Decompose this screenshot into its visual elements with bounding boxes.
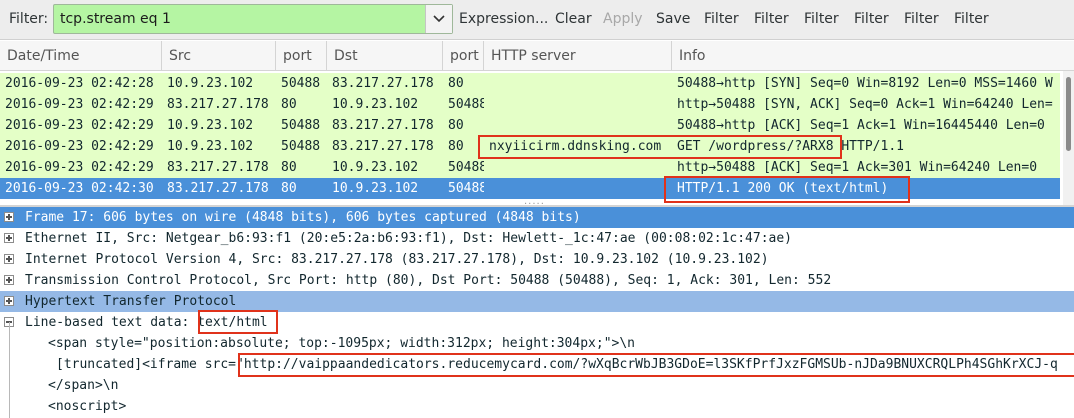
- packet-details-tree: Frame 17: 606 bytes on wire (4848 bits),…: [0, 207, 1074, 418]
- cell-src: 10.9.23.102: [167, 76, 254, 91]
- cell-dst: 10.9.23.102: [332, 181, 419, 196]
- tree-item-label: Ethernet II, Src: Netgear_b6:93:f1 (20:e…: [25, 231, 793, 246]
- filter-value[interactable]: tcp.stream eq 1: [60, 11, 171, 27]
- cell-src: 10.9.23.102: [167, 118, 254, 133]
- cell-info: 50488→http [ACK] Seq=1 Ack=1 Win=1644544…: [677, 118, 1045, 133]
- tree-item-tcp[interactable]: Transmission Control Protocol, Src Port:…: [0, 270, 1074, 291]
- packet-row[interactable]: 2016-09-23 02:42:29 83.217.27.178 80 10.…: [0, 94, 1060, 115]
- column-header-dst[interactable]: Dst: [327, 41, 443, 71]
- column-header-src-port[interactable]: port: [276, 41, 327, 71]
- tree-item-http[interactable]: Hypertext Transfer Protocol: [0, 291, 1074, 312]
- cell-src-port: 80: [281, 160, 297, 175]
- cell-src-port: 80: [281, 181, 297, 196]
- filter-button-1[interactable]: Filter: [704, 11, 739, 27]
- packet-list-scrollbar[interactable]: [1063, 71, 1074, 205]
- cell-src-port: 80: [281, 97, 297, 112]
- html-line-text: <span style="position:absolute; top:-109…: [48, 336, 635, 351]
- tree-item-label: Internet Protocol Version 4, Src: 83.217…: [25, 252, 769, 267]
- column-header-dst-port[interactable]: port: [443, 41, 484, 71]
- filter-button-3[interactable]: Filter: [804, 11, 839, 27]
- packet-row[interactable]: 2016-09-23 02:42:29 10.9.23.102 50488 83…: [0, 115, 1060, 136]
- apply-button[interactable]: Apply: [603, 11, 643, 27]
- column-header-http-server[interactable]: HTTP server: [484, 41, 672, 71]
- cell-dst-port: 50488: [448, 97, 484, 112]
- truncated-prefix: [truncated]<iframe src=: [56, 357, 237, 372]
- cell-dst-port: 80: [448, 118, 464, 133]
- annotation-box-content-type: [198, 310, 278, 334]
- column-header-src[interactable]: Src: [162, 41, 276, 71]
- expand-icon[interactable]: [4, 254, 14, 264]
- tree-item-html-line[interactable]: </span>\n: [0, 375, 1074, 396]
- packet-list: Date/Time Src port Dst port HTTP server …: [0, 41, 1074, 205]
- cell-dst: 83.217.27.178: [332, 139, 434, 154]
- tree-guide-line: [9, 322, 10, 418]
- cell-src-port: 50488: [281, 139, 321, 154]
- tree-item-ethernet[interactable]: Ethernet II, Src: Netgear_b6:93:f1 (20:e…: [0, 228, 1074, 249]
- cell-src-port: 50488: [281, 76, 321, 91]
- cell-info: http→50488 [SYN, ACK] Seq=0 Ack=1 Win=64…: [677, 97, 1053, 112]
- cell-src: 10.9.23.102: [167, 139, 254, 154]
- cell-time: 2016-09-23 02:42:29: [5, 118, 154, 133]
- annotation-box-http-response: [664, 176, 910, 203]
- column-header-info[interactable]: Info: [672, 41, 1074, 71]
- cell-time: 2016-09-23 02:42:28: [5, 76, 154, 91]
- tree-item-html-line[interactable]: <span style="position:absolute; top:-109…: [0, 333, 1074, 354]
- cell-dst-port: 80: [448, 76, 464, 91]
- tree-item-line-based-text[interactable]: Line-based text data: text/html: [0, 312, 1074, 333]
- packet-row[interactable]: 2016-09-23 02:42:28 10.9.23.102 50488 83…: [0, 73, 1060, 94]
- cell-src-port: 50488: [281, 118, 321, 133]
- cell-info: http→50488 [ACK] Seq=1 Ack=301 Win=64240…: [677, 160, 1038, 175]
- tree-item-label: Hypertext Transfer Protocol: [25, 294, 237, 309]
- filter-button-2[interactable]: Filter: [754, 11, 789, 27]
- cell-dst: 83.217.27.178: [332, 76, 434, 91]
- cell-time: 2016-09-23 02:42:29: [5, 160, 154, 175]
- html-line-text: <noscript>: [48, 399, 127, 414]
- column-header-datetime[interactable]: Date/Time: [0, 41, 162, 71]
- scrollbar-thumb[interactable]: [1066, 77, 1071, 151]
- cell-src: 83.217.27.178: [167, 97, 269, 112]
- expand-icon[interactable]: [4, 275, 14, 285]
- expand-icon[interactable]: [4, 296, 14, 306]
- filter-history-dropdown[interactable]: [425, 5, 452, 33]
- display-filter-input[interactable]: tcp.stream eq 1: [53, 4, 453, 34]
- expand-icon[interactable]: [4, 212, 14, 222]
- cell-dst-port: 50488: [448, 181, 484, 196]
- cell-src: 83.217.27.178: [167, 181, 269, 196]
- clear-button[interactable]: Clear: [555, 11, 592, 27]
- cell-time: 2016-09-23 02:42:29: [5, 97, 154, 112]
- cell-dst: 10.9.23.102: [332, 160, 419, 175]
- tree-item-label: Frame 17: 606 bytes on wire (4848 bits),…: [25, 210, 581, 225]
- filter-label: Filter:: [9, 11, 49, 27]
- save-button[interactable]: Save: [656, 11, 690, 27]
- cell-dst: 83.217.27.178: [332, 118, 434, 133]
- packet-list-header: Date/Time Src port Dst port HTTP server …: [0, 41, 1074, 71]
- cell-time: 2016-09-23 02:42:29: [5, 139, 154, 154]
- filter-button-6[interactable]: Filter: [954, 11, 989, 27]
- cell-time: 2016-09-23 02:42:30: [5, 181, 154, 196]
- tree-item-html-line[interactable]: <noscript>: [0, 396, 1074, 417]
- cell-dst-port: 50488: [448, 160, 484, 175]
- expression-button[interactable]: Expression...: [459, 11, 548, 27]
- cell-src: 83.217.27.178: [167, 160, 269, 175]
- expand-icon[interactable]: [4, 233, 14, 243]
- annotation-box-iframe-url: [238, 353, 1074, 377]
- chevron-down-icon: [433, 15, 445, 23]
- line-based-prefix: Line-based text data:: [25, 315, 198, 330]
- display-filter-toolbar: Filter: tcp.stream eq 1 Expression... Cl…: [0, 0, 1074, 40]
- tree-item-label: Transmission Control Protocol, Src Port:…: [25, 273, 832, 288]
- packet-row[interactable]: 2016-09-23 02:42:29 83.217.27.178 80 10.…: [0, 157, 1060, 178]
- filter-button-5[interactable]: Filter: [904, 11, 939, 27]
- tree-item-frame[interactable]: Frame 17: 606 bytes on wire (4848 bits),…: [0, 207, 1074, 228]
- html-line-text: </span>\n: [48, 378, 119, 393]
- filter-button-4[interactable]: Filter: [854, 11, 889, 27]
- cell-info: 50488→http [SYN] Seq=0 Win=8192 Len=0 MS…: [677, 76, 1053, 91]
- annotation-box-http-request: [478, 135, 842, 159]
- tree-item-ip[interactable]: Internet Protocol Version 4, Src: 83.217…: [0, 249, 1074, 270]
- cell-dst: 10.9.23.102: [332, 97, 419, 112]
